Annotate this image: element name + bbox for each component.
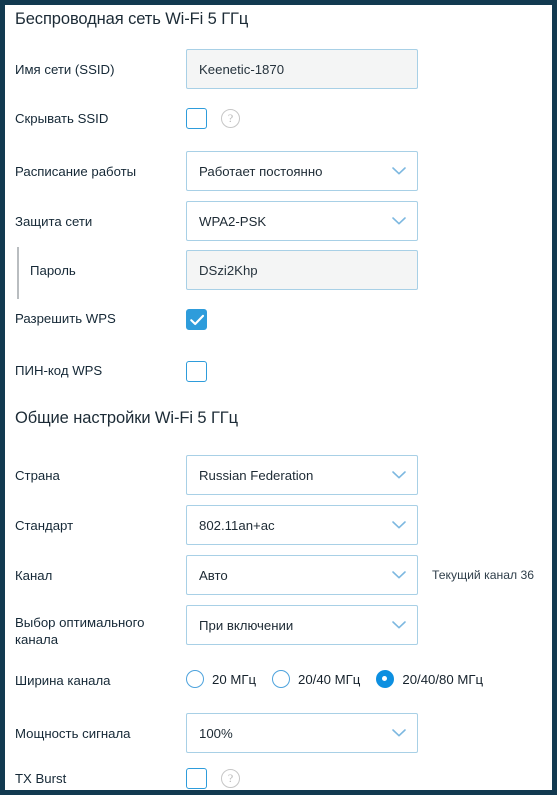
label-optimal-channel: Выбор оптимального канала (15, 614, 180, 648)
channel-select[interactable]: Авто (186, 555, 418, 595)
chevron-down-icon (392, 521, 406, 529)
label-channel-width: Ширина канала (15, 673, 111, 688)
tx-burst-checkbox[interactable] (186, 768, 207, 789)
schedule-select[interactable]: Работает постоянно (186, 151, 418, 191)
label-standard: Стандарт (15, 518, 74, 533)
row-channel: Канал Авто Текущий канал 36 (5, 555, 552, 599)
country-select[interactable]: Russian Federation (186, 455, 418, 495)
label-ssid: Имя сети (SSID) (15, 62, 115, 77)
channel-width-option-2040[interactable]: 20/40 МГц (272, 670, 360, 688)
label-channel: Канал (15, 568, 53, 583)
label-signal-power: Мощность сигнала (15, 726, 131, 741)
radio-label-204080mhz: 20/40/80 МГц (402, 671, 484, 687)
row-country: Страна Russian Federation (5, 455, 552, 499)
chevron-down-icon (392, 167, 406, 175)
label-allow-wps: Разрешить WPS (15, 311, 116, 326)
chevron-down-icon (392, 621, 406, 629)
row-wps-pin: ПИН-код WPS (5, 357, 552, 401)
row-standard: Стандарт 802.11an+ac (5, 505, 552, 549)
row-schedule: Расписание работы Работает постоянно (5, 151, 552, 195)
label-schedule: Расписание работы (15, 164, 137, 179)
channel-width-option-20[interactable]: 20 МГц (186, 670, 256, 688)
chevron-down-icon (392, 217, 406, 225)
standard-select-value: 802.11an+ac (199, 517, 275, 533)
row-tx-burst: TX Burst ? (5, 765, 552, 790)
signal-power-select[interactable]: 100% (186, 713, 418, 753)
radio-label-20mhz: 20 МГц (212, 671, 257, 687)
allow-wps-checkbox[interactable] (186, 309, 207, 330)
security-select[interactable]: WPA2-PSK (186, 201, 418, 241)
row-allow-wps: Разрешить WPS (5, 305, 552, 349)
radio-20mhz[interactable] (186, 670, 204, 688)
radio-label-2040mhz: 20/40 МГц (298, 671, 361, 687)
label-hide-ssid: Скрывать SSID (15, 111, 109, 126)
row-ssid: Имя сети (SSID) Keenetic-1870 (5, 49, 552, 93)
current-channel-note: Текущий канал 36 (432, 568, 535, 582)
label-optimal-channel-line2: канала (15, 632, 59, 647)
security-select-value: WPA2-PSK (199, 213, 267, 229)
channel-width-radio-group: 20 МГц 20/40 МГц 20/40/80 МГц (186, 670, 483, 688)
row-security: Защита сети WPA2-PSK (5, 201, 552, 245)
check-icon (190, 314, 205, 326)
channel-width-option-204080[interactable]: 20/40/80 МГц (376, 670, 483, 688)
signal-power-select-value: 100% (199, 725, 233, 741)
help-icon-hide-ssid[interactable]: ? (221, 109, 240, 128)
radio-2040mhz[interactable] (272, 670, 291, 688)
hide-ssid-checkbox[interactable] (186, 108, 207, 129)
section-title-wifi5: Беспроводная сеть Wi-Fi 5 ГГц (15, 10, 249, 28)
help-icon-tx-burst[interactable]: ? (221, 769, 240, 788)
label-security: Защита сети (15, 214, 93, 229)
row-channel-width: Ширина канала 20 МГц 20/40 МГц 20/40/80 … (5, 667, 552, 711)
country-select-value: Russian Federation (199, 467, 314, 483)
ssid-input[interactable]: Keenetic-1870 (186, 49, 418, 89)
optimal-channel-select-value: При включении (199, 617, 294, 633)
radio-204080mhz[interactable] (376, 670, 395, 688)
standard-select[interactable]: 802.11an+ac (186, 505, 418, 545)
row-optimal-channel: Выбор оптимального канала При включении (5, 605, 552, 649)
optimal-channel-select[interactable]: При включении (186, 605, 418, 645)
row-hide-ssid: Скрывать SSID ? (5, 105, 552, 149)
wifi-settings-panel: Беспроводная сеть Wi-Fi 5 ГГц Имя сети (… (0, 0, 557, 795)
section-title-common5: Общие настройки Wi-Fi 5 ГГц (15, 409, 238, 427)
chevron-down-icon (392, 729, 406, 737)
password-input[interactable]: DSzi2Khp (186, 250, 418, 290)
chevron-down-icon (392, 571, 406, 579)
label-tx-burst: TX Burst (15, 771, 67, 786)
schedule-select-value: Работает постоянно (199, 163, 323, 179)
label-password: Пароль (30, 263, 76, 278)
wps-pin-checkbox[interactable] (186, 361, 207, 382)
label-wps-pin: ПИН-код WPS (15, 363, 103, 378)
chevron-down-icon (392, 471, 406, 479)
row-password: Пароль DSzi2Khp (5, 250, 552, 294)
label-optimal-channel-line1: Выбор оптимального (15, 615, 145, 630)
channel-select-value: Авто (199, 567, 228, 583)
row-signal-power: Мощность сигнала 100% (5, 713, 552, 757)
label-country: Страна (15, 468, 60, 483)
